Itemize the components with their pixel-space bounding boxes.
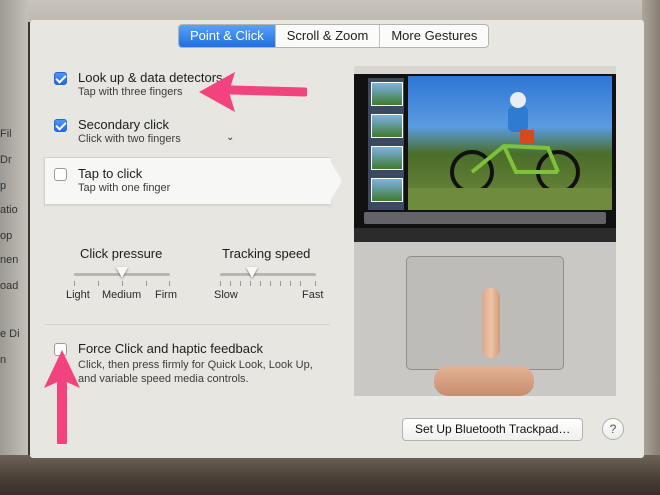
background-label: n bbox=[0, 354, 7, 366]
background-label: nen bbox=[0, 254, 19, 266]
force-click-checkbox[interactable] bbox=[54, 343, 67, 356]
background-label: oad bbox=[0, 280, 19, 292]
slider-label-fast: Fast bbox=[302, 289, 324, 301]
option-title: Look up & data detectors bbox=[78, 70, 223, 85]
preview-dock bbox=[364, 212, 606, 224]
section-divider bbox=[44, 324, 330, 325]
option-title: Force Click and haptic feedback bbox=[78, 341, 263, 356]
gesture-preview-video bbox=[354, 66, 616, 396]
tap-to-click-checkbox[interactable] bbox=[54, 168, 67, 181]
trackpad-preferences-pane: Point & Click Scroll & Zoom More Gesture… bbox=[30, 20, 644, 458]
click-pressure-slider[interactable] bbox=[74, 267, 170, 286]
preview-finger bbox=[482, 288, 500, 358]
background-label: Fil bbox=[0, 128, 12, 140]
option-subtitle[interactable]: Click with two fingers bbox=[78, 133, 181, 145]
tracking-speed-knob[interactable] bbox=[245, 267, 258, 278]
option-subtitle: Tap with one finger bbox=[78, 182, 171, 194]
setup-bluetooth-trackpad-button[interactable]: Set Up Bluetooth Trackpad… bbox=[402, 418, 584, 441]
secondary-click-checkbox[interactable] bbox=[54, 119, 67, 132]
preview-keyboard bbox=[354, 228, 616, 242]
background-label: Dr bbox=[0, 154, 12, 166]
chevron-down-icon[interactable]: ⌄ bbox=[226, 132, 234, 143]
click-pressure-title: Click pressure bbox=[80, 246, 163, 261]
desktop-wallpaper bbox=[0, 455, 660, 495]
preview-hand bbox=[434, 366, 534, 396]
preview-window-titlebar bbox=[354, 66, 616, 74]
slider-label-firm: Firm bbox=[155, 289, 177, 301]
force-click-description-line-2: and variable speed media controls. bbox=[78, 373, 249, 385]
background-window-titlebar bbox=[0, 0, 660, 22]
click-pressure-knob[interactable] bbox=[116, 267, 128, 278]
force-click-description-line-1: Click, then press firmly for Quick Look,… bbox=[78, 359, 313, 371]
tracking-speed-slider[interactable] bbox=[220, 267, 316, 286]
option-title: Tap to click bbox=[78, 166, 143, 181]
background-label: atio bbox=[0, 204, 18, 216]
tap-to-click-callout bbox=[44, 157, 331, 205]
background-window-sidebar: Fil Dr p atio op nen oad e Di n bbox=[0, 0, 28, 495]
tab-point-and-click[interactable]: Point & Click bbox=[179, 25, 276, 47]
tab-more-gestures[interactable]: More Gestures bbox=[380, 25, 488, 47]
background-window-edge bbox=[642, 0, 660, 495]
look-up-checkbox[interactable] bbox=[54, 72, 67, 85]
background-label: p bbox=[0, 180, 7, 192]
tracking-speed-title: Tracking speed bbox=[222, 246, 311, 261]
help-button[interactable]: ? bbox=[602, 418, 624, 440]
slider-label-light: Light bbox=[66, 289, 90, 301]
callout-pointer bbox=[328, 157, 342, 205]
slider-label-medium: Medium bbox=[102, 289, 142, 301]
tab-scroll-and-zoom[interactable]: Scroll & Zoom bbox=[276, 25, 381, 47]
slider-label-slow: Slow bbox=[214, 289, 238, 301]
background-label: e Di bbox=[0, 328, 20, 340]
option-subtitle: Tap with three fingers bbox=[78, 86, 183, 98]
option-title: Secondary click bbox=[78, 117, 170, 132]
tab-bar: Point & Click Scroll & Zoom More Gesture… bbox=[178, 24, 490, 48]
preview-screen bbox=[354, 66, 616, 228]
preview-photo-cyclist bbox=[408, 76, 612, 210]
preview-thumbnail-strip bbox=[368, 78, 404, 210]
background-label: op bbox=[0, 230, 13, 242]
